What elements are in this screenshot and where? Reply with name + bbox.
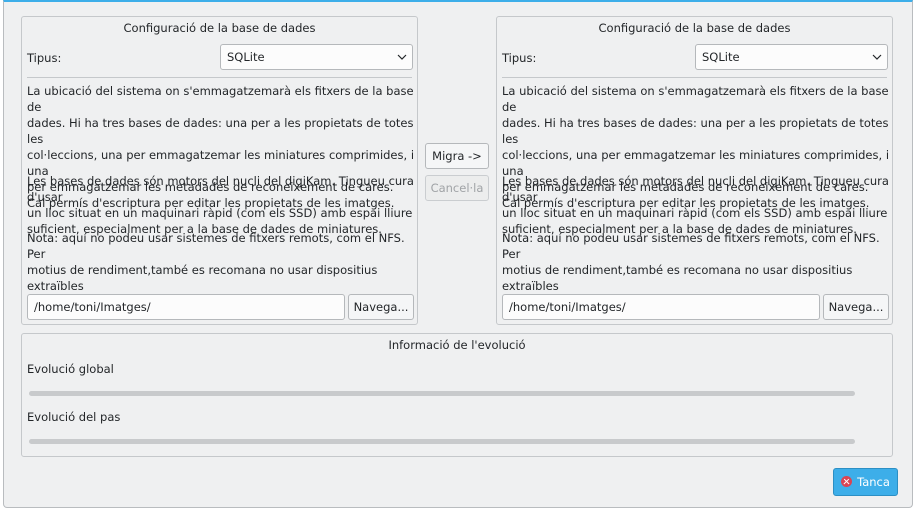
- target-browse-button[interactable]: Navega...: [823, 294, 889, 320]
- overall-progress-bar: [29, 391, 855, 396]
- migration-dialog: Configuració de la base de dades Tipus: …: [3, 0, 913, 508]
- target-type-label: Tipus:: [502, 51, 537, 65]
- cancel-migration-button[interactable]: Cancel·la: [425, 175, 489, 201]
- source-db-panel: Configuració de la base de dades Tipus: …: [21, 16, 418, 325]
- progress-panel-title: Informació de l'evolució: [388, 338, 526, 352]
- close-circle-icon: [841, 476, 853, 487]
- target-divider: [502, 77, 887, 78]
- source-type-select[interactable]: SQLite: [220, 44, 413, 70]
- chevron-down-icon: [872, 45, 882, 69]
- target-db-panel: Configuració de la base de dades Tipus: …: [496, 16, 893, 325]
- target-panel-title: Configuració de la base de dades: [598, 21, 791, 35]
- target-engine-note: Les bases de dades són motors del nucli …: [502, 174, 889, 236]
- close-button-label: Tanca: [857, 475, 890, 489]
- source-remote-note: Nota: aquí no podeu usar sistemes de fit…: [27, 231, 405, 293]
- source-type-value: SQLite: [227, 50, 265, 64]
- overall-progress-label: Evolució global: [27, 362, 114, 376]
- step-progress-label: Evolució del pas: [27, 410, 121, 424]
- source-panel-title: Configuració de la base de dades: [123, 21, 316, 35]
- target-remote-note: Nota: aquí no podeu usar sistemes de fit…: [502, 231, 880, 293]
- target-type-value: SQLite: [702, 50, 740, 64]
- source-divider: [27, 77, 412, 78]
- source-path-input[interactable]: /home/toni/Imatges/: [27, 294, 345, 320]
- close-button[interactable]: Tanca: [833, 468, 898, 496]
- source-engine-note: Les bases de dades són motors del nucli …: [27, 174, 414, 236]
- chevron-down-icon: [397, 45, 407, 69]
- source-type-label: Tipus:: [27, 51, 62, 65]
- step-progress-bar: [29, 439, 855, 444]
- progress-panel: Informació de l'evolució Evolució global…: [21, 333, 893, 457]
- target-type-select[interactable]: SQLite: [695, 44, 888, 70]
- target-path-input[interactable]: /home/toni/Imatges/: [502, 294, 820, 320]
- source-browse-button[interactable]: Navega...: [348, 294, 414, 320]
- migrate-button[interactable]: Migra ->: [425, 143, 489, 169]
